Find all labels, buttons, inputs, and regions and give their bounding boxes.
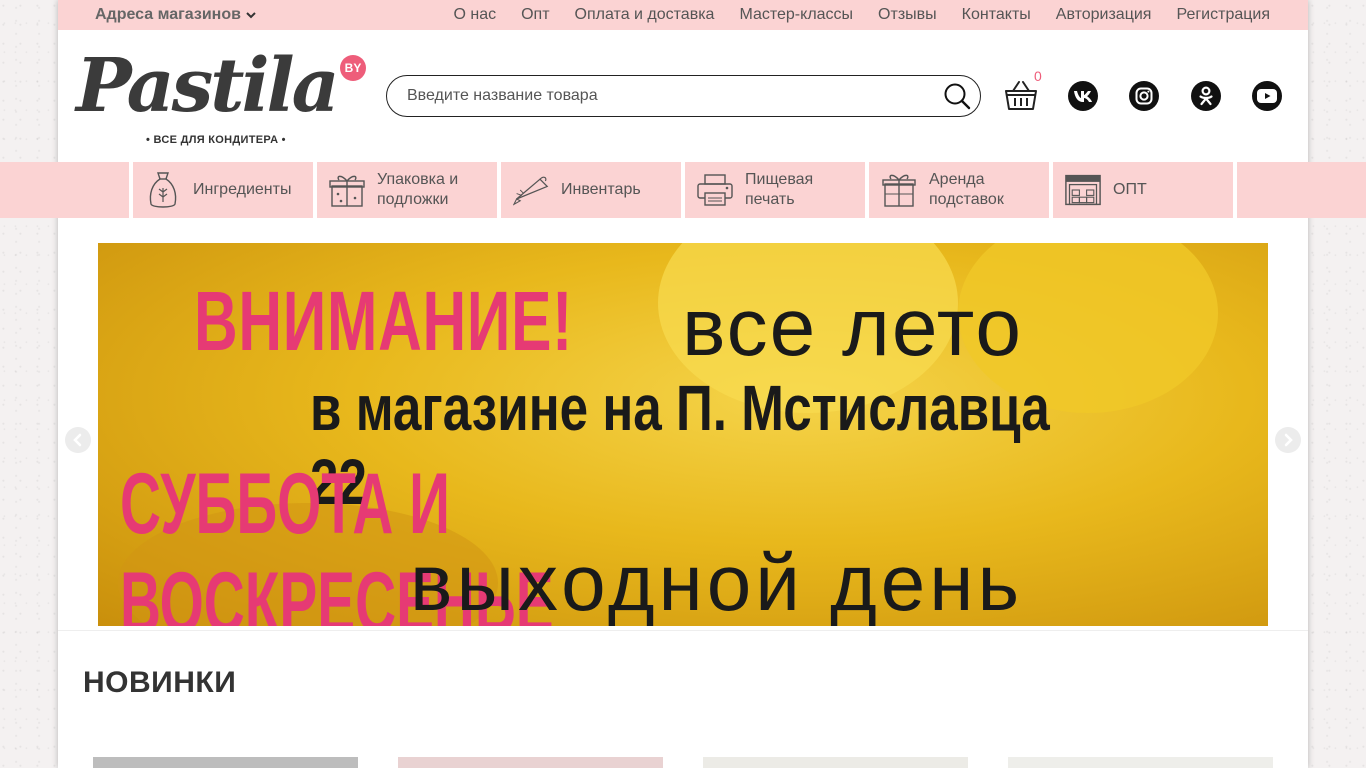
top-nav-login[interactable]: Авторизация bbox=[1056, 6, 1152, 24]
logo-wordmark: Pastila bbox=[76, 43, 340, 129]
search-input[interactable] bbox=[407, 87, 942, 105]
cart-count-badge: 0 bbox=[1034, 68, 1042, 84]
piping-bag-icon bbox=[513, 170, 549, 210]
new-products-title: НОВИНКИ bbox=[83, 666, 237, 699]
product-card[interactable] bbox=[703, 757, 968, 768]
category-ingredients-label: Ингредиенты bbox=[193, 181, 292, 198]
category-inventory[interactable]: Инвентарь bbox=[497, 162, 681, 218]
odnoklassniki-icon[interactable] bbox=[1191, 81, 1221, 111]
category-inventory-label: Инвентарь bbox=[561, 181, 641, 198]
category-food-printing-label: Пищевая печать bbox=[745, 171, 814, 208]
top-nav: О нас Опт Оплата и доставка Мастер-класс… bbox=[428, 6, 1270, 24]
section-divider bbox=[58, 630, 1308, 631]
cart-basket-icon[interactable] bbox=[1004, 78, 1038, 112]
carousel-next-icon[interactable] bbox=[1275, 427, 1301, 453]
banner-headline: ВНИМАНИЕ! bbox=[194, 274, 573, 368]
banner-summer-text: все лето bbox=[682, 282, 1023, 373]
banner-dayoff-text: выходной день bbox=[410, 538, 1024, 626]
store-addresses-dropdown[interactable]: Адреса магазинов bbox=[95, 6, 257, 24]
chevron-down-icon bbox=[245, 9, 257, 21]
top-nav-payment-delivery[interactable]: Оплата и доставка bbox=[575, 6, 715, 24]
top-nav-wholesale[interactable]: Опт bbox=[521, 6, 549, 24]
product-card[interactable] bbox=[1008, 757, 1273, 768]
category-food-printing[interactable]: Пищевая печать bbox=[681, 162, 865, 218]
search-icon[interactable] bbox=[942, 81, 972, 111]
site-header: Pastila BY • ВСЕ ДЛЯ КОНДИТЕРА • 0 bbox=[58, 30, 1308, 162]
category-packaging-label: Упаковка и подложки bbox=[377, 171, 459, 208]
category-bar-end bbox=[1233, 162, 1366, 218]
gift-box-icon bbox=[329, 170, 365, 210]
category-wholesale-label: ОПТ bbox=[1113, 181, 1147, 198]
product-card[interactable] bbox=[398, 757, 663, 768]
top-bar: Адреса магазинов О нас Опт Оплата и дост… bbox=[58, 0, 1308, 30]
vk-icon[interactable] bbox=[1068, 81, 1098, 111]
top-nav-about[interactable]: О нас bbox=[453, 6, 496, 24]
store-addresses-label: Адреса магазинов bbox=[95, 6, 241, 23]
carousel-prev-icon[interactable] bbox=[65, 427, 91, 453]
category-packaging[interactable]: Упаковка и подложки bbox=[313, 162, 497, 218]
youtube-icon[interactable] bbox=[1252, 81, 1282, 111]
search-bar bbox=[386, 75, 981, 117]
top-nav-reviews[interactable]: Отзывы bbox=[878, 6, 937, 24]
category-stand-rental[interactable]: Аренда подставок bbox=[865, 162, 1049, 218]
instagram-icon[interactable] bbox=[1129, 81, 1159, 111]
ingredients-bag-icon bbox=[145, 170, 181, 210]
printer-icon bbox=[697, 170, 733, 210]
top-nav-register[interactable]: Регистрация bbox=[1176, 6, 1270, 24]
category-stand-rental-label: Аренда подставок bbox=[929, 171, 1004, 208]
product-card[interactable] bbox=[93, 757, 358, 768]
top-nav-masterclasses[interactable]: Мастер-классы bbox=[739, 6, 853, 24]
category-ingredients[interactable]: Ингредиенты bbox=[129, 162, 313, 218]
logo-by-badge: BY bbox=[340, 55, 366, 81]
category-wholesale[interactable]: ОПТ bbox=[1049, 162, 1233, 218]
promo-banner[interactable]: ВНИМАНИЕ! все лето в магазине на П. Мсти… bbox=[98, 243, 1268, 626]
warehouse-icon bbox=[1065, 170, 1101, 210]
gift-stand-icon bbox=[881, 170, 917, 210]
top-nav-contacts[interactable]: Контакты bbox=[962, 6, 1031, 24]
logo-tagline: • ВСЕ ДЛЯ КОНДИТЕРА • bbox=[146, 134, 286, 146]
site-logo[interactable]: Pastila BY • ВСЕ ДЛЯ КОНДИТЕРА • bbox=[76, 42, 368, 154]
